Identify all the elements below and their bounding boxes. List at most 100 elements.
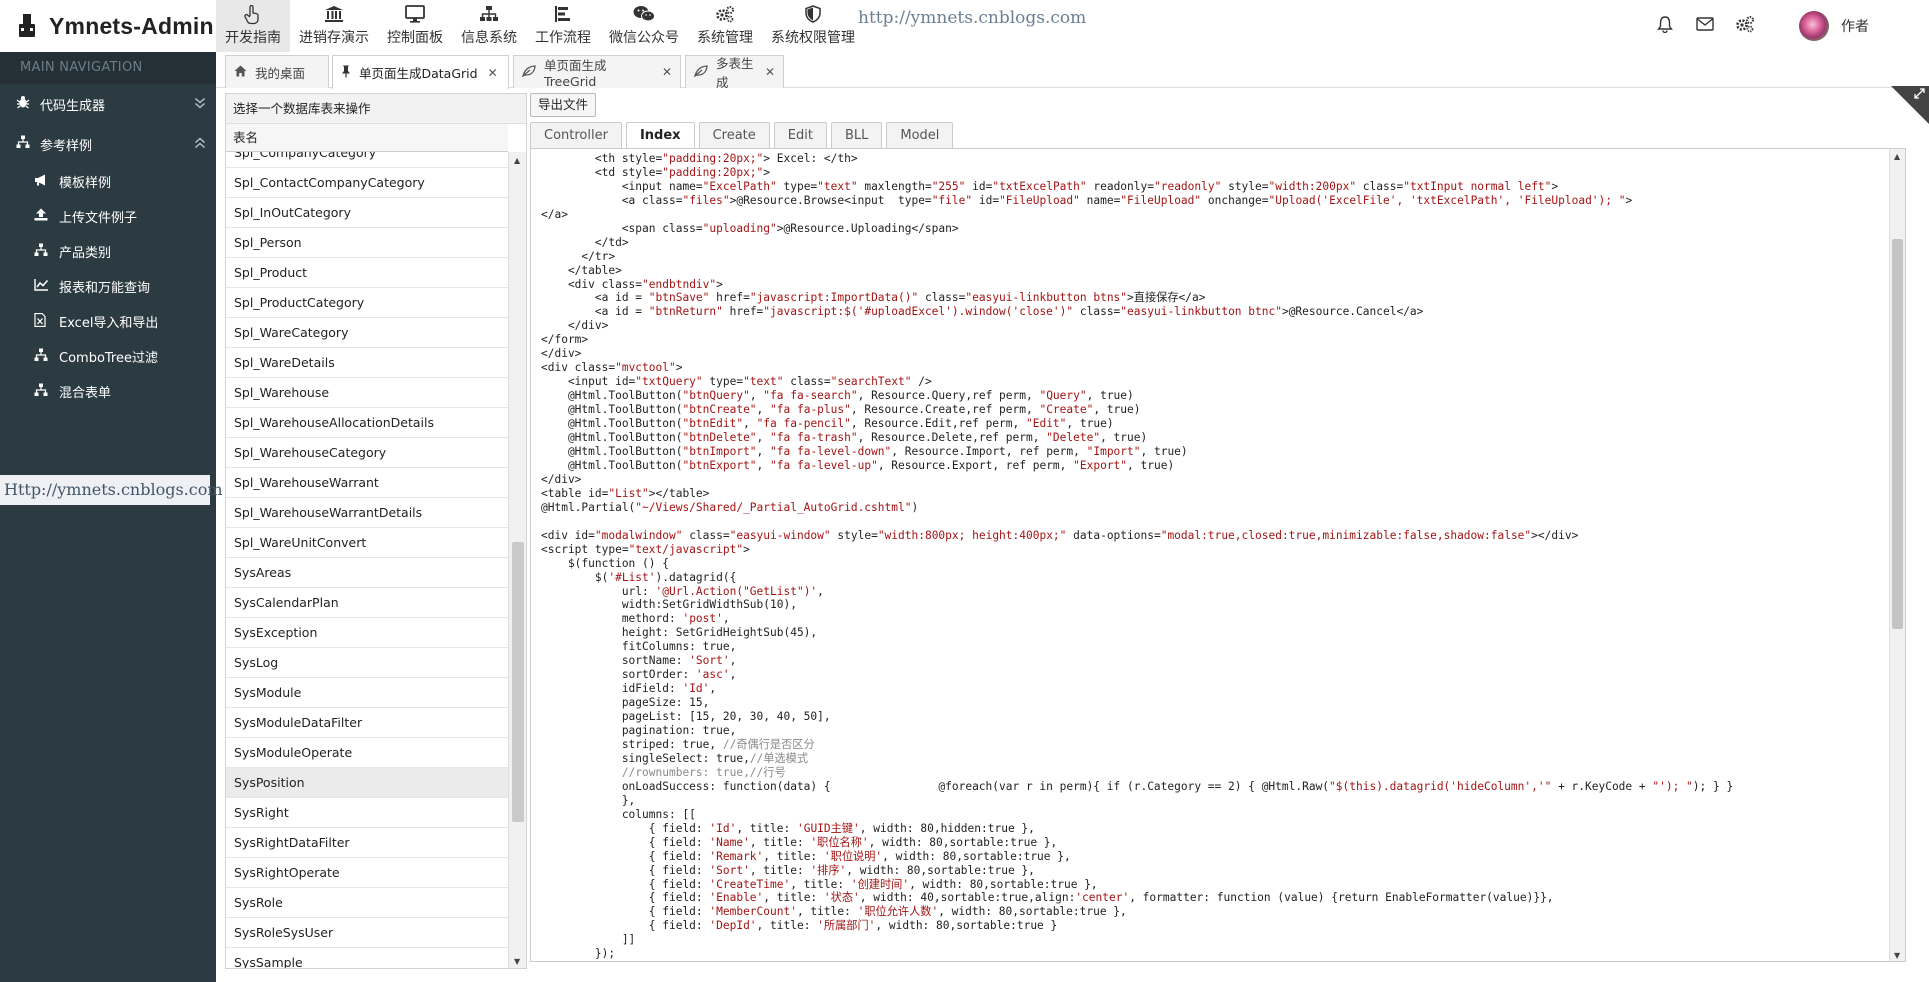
app-window: Ymnets-Admin 开发指南 进销存演示 控制面板 信息系统 工作流程 微… xyxy=(0,0,1929,982)
table-row[interactable]: Spl_CompanyCategory xyxy=(226,152,508,168)
code-line: methord: 'post', xyxy=(541,612,730,626)
table-row[interactable]: Spl_Warehouse xyxy=(226,378,508,408)
topnav-item-inventory-demo[interactable]: 进销存演示 xyxy=(290,0,378,52)
scroll-up-icon[interactable]: ▲ xyxy=(514,156,520,165)
topnav-item-info-system[interactable]: 信息系统 xyxy=(452,0,526,52)
table-row[interactable]: SysCalendarPlan xyxy=(226,588,508,618)
table-row[interactable]: Spl_WarehouseWarrant xyxy=(226,468,508,498)
table-row[interactable]: Spl_WarehouseWarrantDetails xyxy=(226,498,508,528)
bell-icon[interactable] xyxy=(1645,15,1685,38)
cogs-icon[interactable] xyxy=(1725,15,1765,38)
sidebar-group-label: 参考样例 xyxy=(40,138,93,154)
sidebar-item-product-category[interactable]: 产品类别 xyxy=(0,234,216,269)
column-header-table-name[interactable]: 表名 xyxy=(226,124,508,152)
table-row[interactable]: SysLog xyxy=(226,648,508,678)
top-nav: 开发指南 进销存演示 控制面板 信息系统 工作流程 微信公众号 系统管理 系统权… xyxy=(216,0,864,52)
table-row[interactable]: SysSample xyxy=(226,948,508,968)
sidebar-item-label: 产品类别 xyxy=(59,246,112,261)
scroll-down-icon[interactable]: ▼ xyxy=(1894,951,1900,960)
sidebar-item-template-samples[interactable]: 模板样例 xyxy=(0,164,216,199)
expand-icon[interactable] xyxy=(1914,88,1925,102)
editor-scrollbar[interactable]: ▲ ▼ xyxy=(1889,149,1905,961)
brand[interactable]: Ymnets-Admin xyxy=(0,0,216,52)
topnav-label: 进销存演示 xyxy=(299,30,369,46)
code-line: <input id="txtQuery" type="text" class="… xyxy=(541,375,932,389)
table-row[interactable]: SysModuleOperate xyxy=(226,738,508,768)
leaf-icon xyxy=(521,64,536,80)
table-row[interactable]: Spl_WarehouseCategory xyxy=(226,438,508,468)
sitemap-icon xyxy=(34,383,59,401)
sidebar-group-code-generator[interactable]: 代码生成器 xyxy=(0,84,216,124)
topnav-label: 信息系统 xyxy=(461,30,517,46)
topnav-item-dev-guide[interactable]: 开发指南 xyxy=(216,0,290,52)
table-row[interactable]: SysRightOperate xyxy=(226,858,508,888)
topnav-item-permission-manage[interactable]: 系统权限管理 xyxy=(762,0,864,52)
tab-model[interactable]: Model xyxy=(886,122,954,148)
scroll-down-icon[interactable]: ▼ xyxy=(514,957,520,966)
table-select-panel: 选择一个数据库表来操作 表名 Spl_CompanyCategory Spl_Co… xyxy=(225,93,527,969)
code-line: height: SetGridHeightSub(45), xyxy=(541,626,818,640)
topnav-item-system-manage[interactable]: 系统管理 xyxy=(688,0,762,52)
code-line: //rownumbers: true,//行号 xyxy=(541,765,786,779)
tab-single-datagrid[interactable]: 单页面生成DataGrid ✕ xyxy=(332,55,509,89)
user-name[interactable]: 作者 xyxy=(1841,16,1869,36)
scrollbar-thumb[interactable] xyxy=(512,542,524,822)
table-row[interactable]: SysPosition xyxy=(226,768,508,798)
table-row[interactable]: SysAreas xyxy=(226,558,508,588)
table-row[interactable]: Spl_ContactCompanyCategory xyxy=(226,168,508,198)
table-row[interactable]: Spl_InOutCategory xyxy=(226,198,508,228)
table-list-scrollbar[interactable]: ▲ ▼ xyxy=(508,152,526,968)
topnav-item-wechat[interactable]: 微信公众号 xyxy=(600,0,688,52)
sidebar-item-excel-import-export[interactable]: Excel导入和导出 xyxy=(0,304,216,339)
avatar[interactable] xyxy=(1799,11,1829,41)
line-chart-icon xyxy=(34,278,59,295)
close-icon[interactable]: ✕ xyxy=(488,66,498,80)
tab-edit[interactable]: Edit xyxy=(773,122,827,148)
table-row[interactable]: Spl_WareDetails xyxy=(226,348,508,378)
table-row[interactable]: Spl_WareUnitConvert xyxy=(226,528,508,558)
sidebar-item-upload-sample[interactable]: 上传文件例子 xyxy=(0,199,216,234)
thumb-tack-icon xyxy=(341,65,351,81)
code-line: @Html.ToolButton("btnExport", "fa fa-lev… xyxy=(541,458,1175,472)
tab-my-desktop[interactable]: 我的桌面 xyxy=(225,55,329,88)
topnav-item-workflow[interactable]: 工作流程 xyxy=(526,0,600,52)
table-row[interactable]: SysModule xyxy=(226,678,508,708)
sidebar-item-combotree-filter[interactable]: ComboTree过滤 xyxy=(0,339,216,374)
table-row[interactable]: Spl_Person xyxy=(226,228,508,258)
sidebar-item-report-query[interactable]: 报表和万能查询 xyxy=(0,269,216,304)
envelope-icon[interactable] xyxy=(1685,16,1725,36)
logo-icon xyxy=(14,13,40,39)
sidebar-item-mixed-form[interactable]: 混合表单 xyxy=(0,374,216,409)
tab-multi-table[interactable]: 多表生成 ✕ xyxy=(685,55,784,90)
chevron-down-icon xyxy=(194,96,206,114)
table-row[interactable]: SysRightDataFilter xyxy=(226,828,508,858)
panel-title: 选择一个数据库表来操作 xyxy=(226,94,526,124)
close-icon[interactable]: ✕ xyxy=(662,65,672,79)
table-row[interactable]: Spl_WarehouseAllocationDetails xyxy=(226,408,508,438)
tab-single-treegrid[interactable]: 单页面生成TreeGrid ✕ xyxy=(513,55,681,89)
tab-create[interactable]: Create xyxy=(698,122,770,148)
tab-bll[interactable]: BLL xyxy=(830,122,883,148)
tab-label: 单页面生成DataGrid xyxy=(359,66,478,81)
code-content[interactable]: </tr> <th style="padding:20px;"> Excel: … xyxy=(541,149,1733,961)
table-row[interactable]: SysRoleSysUser xyxy=(226,918,508,948)
table-row[interactable]: Spl_ProductCategory xyxy=(226,288,508,318)
code-line: <td style="padding:20px;"> xyxy=(541,165,771,179)
sidebar-group-reference-samples[interactable]: 参考样例 xyxy=(0,124,216,164)
sidebar-item-label: 报表和万能查询 xyxy=(59,281,151,296)
table-row[interactable]: SysException xyxy=(226,618,508,648)
table-row[interactable]: Spl_Product xyxy=(226,258,508,288)
tab-index[interactable]: Index xyxy=(625,122,695,149)
topnav-item-control-panel[interactable]: 控制面板 xyxy=(378,0,452,52)
scrollbar-thumb[interactable] xyxy=(1892,239,1903,629)
scroll-up-icon[interactable]: ▲ xyxy=(1894,152,1900,161)
code-editor[interactable]: </tr> <th style="padding:20px;"> Excel: … xyxy=(530,148,1906,962)
table-row[interactable]: SysRole xyxy=(226,888,508,918)
table-row[interactable]: Spl_WareCategory xyxy=(226,318,508,348)
table-row[interactable]: SysRight xyxy=(226,798,508,828)
table-row[interactable]: SysModuleDataFilter xyxy=(226,708,508,738)
close-icon[interactable]: ✕ xyxy=(765,65,775,79)
code-line: <th style="padding:20px;"> Excel: </th> xyxy=(541,151,858,165)
export-file-button[interactable]: 导出文件 xyxy=(530,93,597,117)
tab-controller[interactable]: Controller xyxy=(530,122,622,148)
